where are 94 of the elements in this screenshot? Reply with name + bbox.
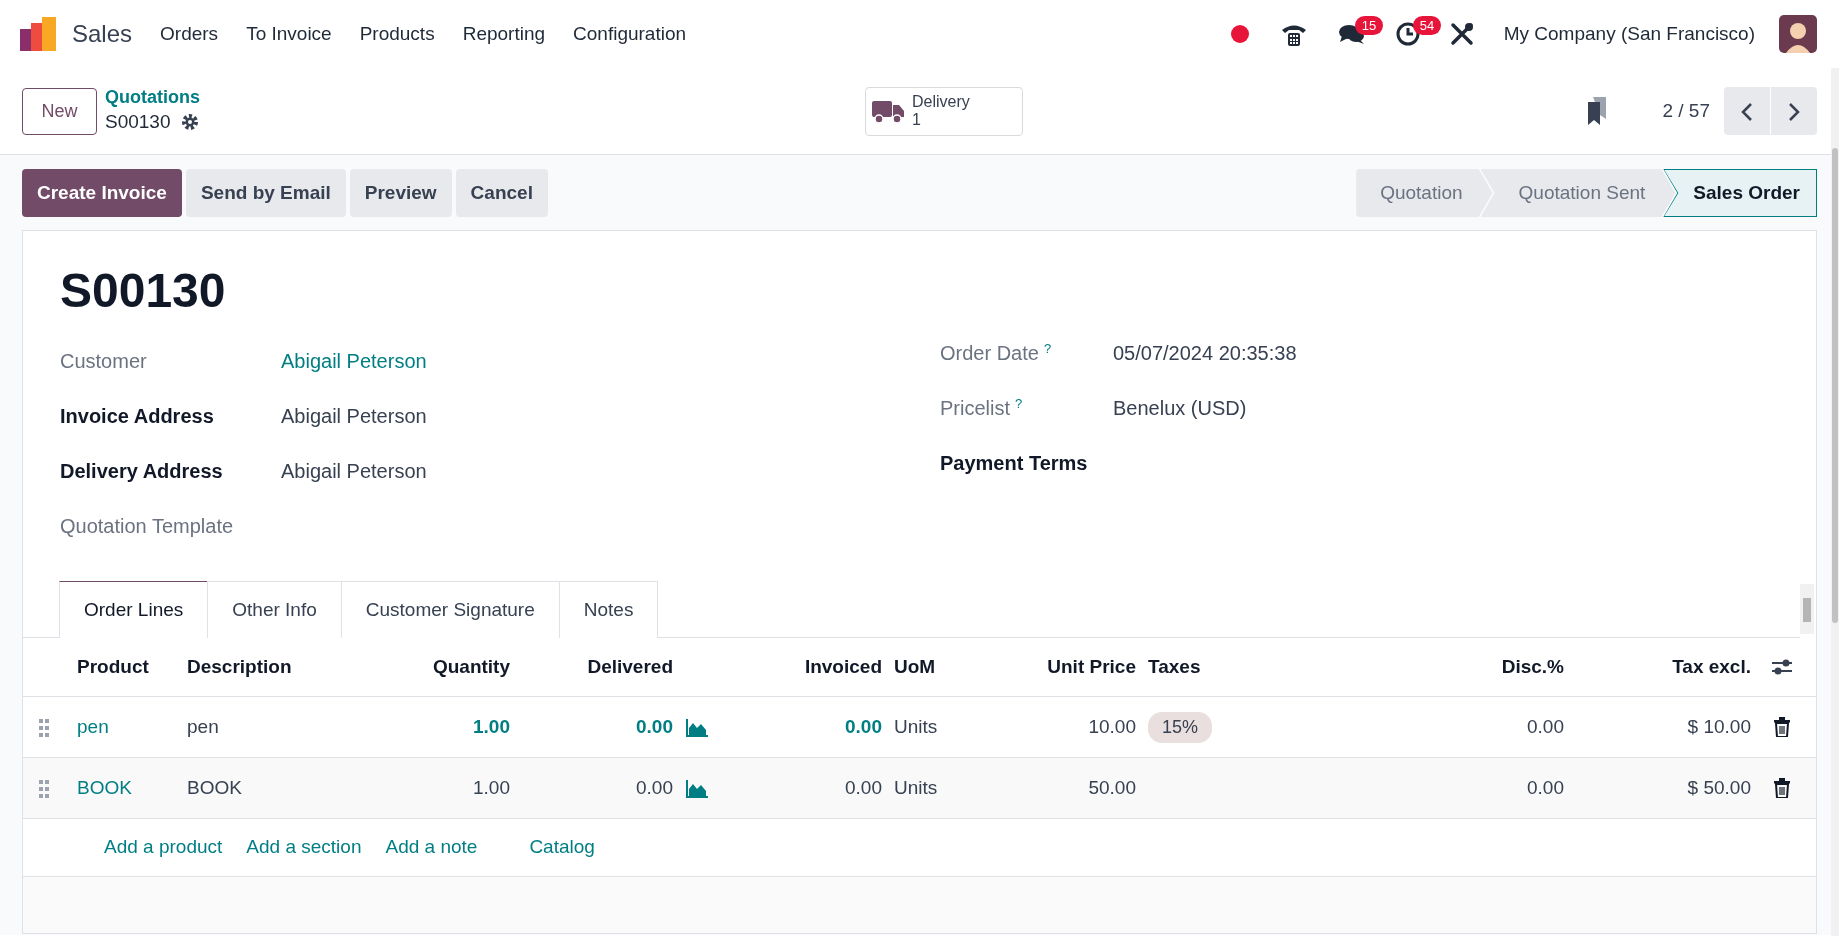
table-cell-text: 0.00 — [635, 775, 674, 800]
column-header[interactable]: Unit Price — [1001, 652, 1142, 682]
record-dot-icon[interactable] — [1229, 24, 1250, 44]
bookmark-icon[interactable] — [1586, 97, 1609, 125]
column-header[interactable]: UoM — [888, 652, 1001, 682]
menu-item[interactable]: Orders — [160, 19, 219, 49]
field-value: Abigail Peterson — [281, 403, 427, 429]
table-cell-text: $ 50.00 — [1686, 775, 1752, 800]
area-chart-icon[interactable] — [685, 778, 709, 799]
status-stage[interactable]: Sales Order — [1663, 169, 1817, 217]
counter-badge: 54 — [1412, 16, 1442, 35]
tax-tag: 15% — [1148, 711, 1213, 743]
table-cell-text: 0.00 — [1526, 775, 1565, 800]
column-header[interactable]: Tax excl. — [1570, 652, 1757, 682]
settings-icon[interactable] — [179, 112, 200, 132]
menu-item[interactable]: Products — [359, 19, 435, 49]
column-header[interactable]: Quantity — [401, 652, 516, 682]
help-mark[interactable]: ? — [1043, 341, 1052, 356]
menu-item[interactable]: To Invoice — [246, 19, 332, 49]
drag-handle-icon[interactable] — [39, 779, 49, 798]
action-button[interactable]: Cancel — [455, 169, 548, 217]
action-button[interactable]: Send by Email — [185, 169, 346, 217]
tab[interactable]: Order Lines — [59, 581, 209, 638]
chevron-right-icon — [1788, 101, 1800, 122]
avatar-icon[interactable] — [1779, 15, 1817, 53]
field-label: Quotation Template — [60, 513, 235, 539]
drag-handle-icon[interactable] — [39, 718, 49, 737]
field-label: Payment Terms — [940, 450, 1089, 476]
product-link[interactable]: BOOK — [71, 773, 181, 803]
counter-badge: 15 — [1354, 16, 1384, 35]
field-label: Invoice Address — [60, 403, 215, 429]
column-header[interactable]: Product — [71, 652, 181, 682]
field-label: Customer — [60, 348, 148, 374]
tools-icon[interactable] — [1449, 22, 1474, 46]
chevron-left-icon — [1741, 101, 1753, 122]
table-cell-text: 10.00 — [1087, 714, 1137, 739]
previous-button[interactable] — [1724, 87, 1770, 135]
app-name[interactable]: Sales — [72, 16, 133, 52]
help-mark[interactable]: ? — [1015, 396, 1023, 411]
add-line-link[interactable]: Add a product — [104, 833, 223, 862]
area-chart-icon[interactable] — [685, 717, 709, 738]
table-cell-text: 0.00 — [1526, 714, 1565, 739]
record-title: S00130 — [59, 263, 227, 319]
tab[interactable]: Customer Signature — [340, 581, 560, 638]
customer-link[interactable]: Abigail Peterson — [281, 345, 427, 376]
menu-item[interactable]: Reporting — [462, 19, 546, 49]
table-cell-text: 0.00 — [844, 714, 883, 739]
tab[interactable]: Notes — [558, 581, 659, 638]
pager-value[interactable]: 2 / 57 — [1662, 96, 1710, 126]
table-cell-text: $ 10.00 — [1686, 714, 1752, 739]
table-cell-text: pen — [186, 714, 220, 739]
action-button[interactable]: Preview — [349, 169, 452, 217]
column-header[interactable]: Description — [181, 652, 401, 682]
next-button[interactable] — [1771, 87, 1817, 135]
record-name: S00130 — [105, 109, 171, 134]
product-link[interactable]: pen — [71, 712, 181, 742]
delivery-smart-button[interactable]: Delivery 1 — [865, 86, 1023, 136]
field-value: Benelux (USD) — [1113, 395, 1247, 421]
table-cell-text: 0.00 — [844, 775, 883, 800]
add-line-link[interactable]: Catalog — [529, 833, 595, 862]
table-cell-text: Units — [893, 775, 939, 800]
breadcrumb-link[interactable]: Quotations — [105, 85, 200, 108]
table-cell-text: 1.00 — [472, 775, 511, 800]
field-value: Abigail Peterson — [281, 458, 427, 484]
table-cell-text: 1.00 — [472, 714, 511, 739]
truck-icon — [872, 99, 904, 123]
scrollbar[interactable] — [1800, 584, 1814, 634]
field-label: Order Date — [940, 341, 1039, 364]
table-cell-text: Units — [893, 714, 939, 739]
clock-icon[interactable] — [1395, 22, 1420, 46]
add-line-link[interactable]: Add a section — [246, 833, 362, 862]
column-header[interactable]: Delivered — [516, 652, 679, 682]
field-value: 05/07/2024 20:35:38 — [1113, 340, 1297, 366]
column-settings-icon[interactable] — [1771, 657, 1793, 677]
field-label: Pricelist — [940, 396, 1010, 419]
add-line-link[interactable]: Add a note — [385, 833, 478, 862]
delete-icon[interactable] — [1774, 778, 1790, 798]
column-header[interactable]: Disc.% — [1401, 652, 1570, 682]
delete-icon[interactable] — [1774, 717, 1790, 737]
column-header[interactable]: Taxes — [1142, 652, 1401, 682]
new-button[interactable]: New — [22, 87, 97, 135]
field-label: Delivery Address — [60, 458, 224, 484]
table-cell-text: 50.00 — [1087, 775, 1137, 800]
page-scrollbar[interactable] — [1831, 68, 1839, 936]
action-button[interactable]: Create Invoice — [22, 169, 182, 217]
tab[interactable]: Other Info — [207, 581, 342, 638]
column-header[interactable]: Invoiced — [721, 652, 888, 682]
status-stage[interactable]: Quotation Sent — [1480, 169, 1676, 217]
status-stage[interactable]: Quotation — [1356, 169, 1493, 217]
table-cell-text: 0.00 — [635, 714, 674, 739]
table-cell-text: BOOK — [186, 775, 243, 800]
app-logo-icon[interactable] — [20, 17, 56, 51]
company-name[interactable]: My Company (San Francisco) — [1503, 19, 1755, 49]
menu-item[interactable]: Configuration — [573, 19, 687, 49]
